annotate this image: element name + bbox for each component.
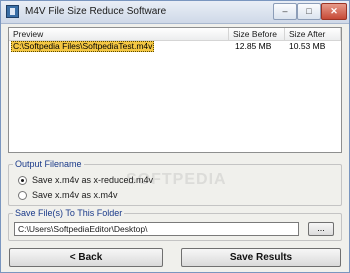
close-button[interactable]: ✕ bbox=[321, 3, 347, 20]
output-filename-group: Output Filename Save x.m4v as x-reduced.… bbox=[8, 159, 342, 206]
output-filename-title: Output Filename bbox=[13, 159, 84, 169]
minimize-button[interactable]: – bbox=[273, 3, 297, 20]
app-icon bbox=[6, 5, 19, 18]
back-button[interactable]: < Back bbox=[9, 248, 163, 267]
radio-reduced-name-label[interactable]: Save x.m4v as x-reduced.m4v bbox=[32, 175, 153, 185]
save-results-button[interactable]: Save Results bbox=[181, 248, 341, 267]
list-item[interactable]: C:\Softpedia Files\SoftpediaTest.m4v 12.… bbox=[9, 41, 341, 52]
file-list[interactable]: Preview Size Before Size After C:\Softpe… bbox=[8, 27, 342, 153]
list-header: Preview Size Before Size After bbox=[9, 28, 341, 41]
window-title: M4V File Size Reduce Software bbox=[25, 6, 167, 17]
radio-reduced-name[interactable] bbox=[18, 176, 27, 185]
size-before-cell: 12.85 MB bbox=[235, 41, 272, 51]
column-header-preview[interactable]: Preview bbox=[9, 28, 229, 40]
size-after-cell: 10.53 MB bbox=[289, 41, 326, 51]
folder-path-input[interactable] bbox=[14, 222, 299, 236]
save-folder-group: Save File(s) To This Folder ... bbox=[8, 208, 342, 241]
radio-same-name[interactable] bbox=[18, 191, 27, 200]
radio-same-name-label[interactable]: Save x.m4v as x.m4v bbox=[32, 190, 118, 200]
browse-button[interactable]: ... bbox=[308, 222, 334, 236]
save-folder-title: Save File(s) To This Folder bbox=[13, 208, 125, 218]
maximize-button[interactable]: □ bbox=[297, 3, 321, 20]
file-path-cell: C:\Softpedia Files\SoftpediaTest.m4v bbox=[11, 41, 155, 52]
title-bar[interactable]: M4V File Size Reduce Software – □ ✕ bbox=[1, 1, 349, 24]
main-window: M4V File Size Reduce Software – □ ✕ Prev… bbox=[0, 0, 350, 273]
column-header-size-before[interactable]: Size Before bbox=[229, 28, 285, 40]
column-header-size-after[interactable]: Size After bbox=[285, 28, 341, 40]
